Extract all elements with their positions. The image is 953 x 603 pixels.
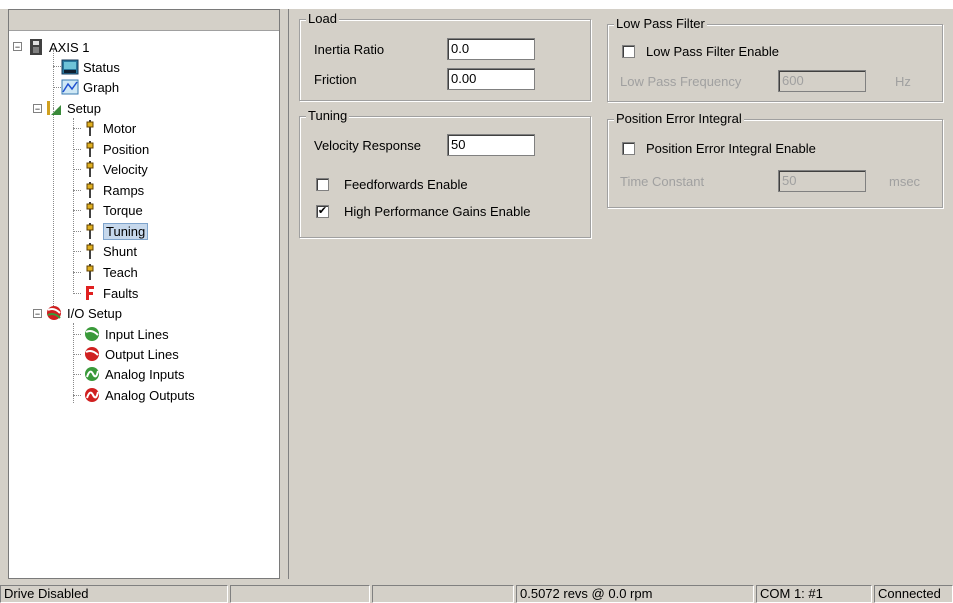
tree-item-label: Shunt xyxy=(103,243,137,259)
friction-field[interactable]: 0.00 xyxy=(447,68,535,90)
low-pass-filter-group: Low Pass Filter Low Pass Filter Enable L… xyxy=(607,16,943,102)
status-panel-empty-1 xyxy=(230,585,370,603)
position-error-integral-enable-label[interactable]: Position Error Integral Enable xyxy=(646,141,816,156)
low-pass-filter-enable-checkbox[interactable] xyxy=(622,45,635,58)
status-panel-empty-2 xyxy=(372,585,514,603)
tree-item-label: Output Lines xyxy=(105,346,179,362)
status-monitor-icon xyxy=(61,58,79,76)
tree-item-label: Velocity xyxy=(103,161,148,177)
tuning-group-title: Tuning xyxy=(306,108,350,123)
low-pass-frequency-field: 600 xyxy=(778,70,866,92)
position-error-integral-enable-checkbox[interactable] xyxy=(622,142,635,155)
time-constant-unit: msec xyxy=(889,174,921,189)
com-port-status: COM 1: #1 xyxy=(756,585,872,603)
velocity-response-label: Velocity Response xyxy=(314,138,421,153)
tree-item-graph[interactable]: Graph xyxy=(61,77,119,97)
tree-item-label: Graph xyxy=(83,79,120,95)
tree-item-label: Input Lines xyxy=(105,326,169,342)
expand-io-setup-toggle[interactable]: − xyxy=(33,309,42,319)
analog-inputs-icon xyxy=(83,365,101,383)
high-performance-gains-checkbox[interactable]: ✔ xyxy=(316,205,329,218)
tuning-group: Tuning Velocity Response 50 Feedforwards… xyxy=(299,108,591,238)
load-group-title: Load xyxy=(306,11,339,26)
pane-splitter[interactable] xyxy=(280,9,289,579)
parameter-icon xyxy=(81,242,99,260)
tree-item-analog-inputs[interactable]: Analog Inputs xyxy=(83,364,185,384)
parameter-icon xyxy=(81,263,99,281)
tree-item-position[interactable]: Position xyxy=(81,139,149,159)
inertia-ratio-label: Inertia Ratio xyxy=(314,42,385,57)
tree-item-motor[interactable]: Motor xyxy=(81,118,136,138)
tree-item-ramps[interactable]: Ramps xyxy=(81,180,144,200)
status-bar: Drive Disabled 0.5072 revs @ 0.0 rpm COM… xyxy=(0,583,953,603)
tree-item-status[interactable]: Status xyxy=(61,57,120,77)
parameter-icon xyxy=(81,140,99,158)
tree-item-label: Status xyxy=(83,59,120,75)
tree-item-io-setup[interactable]: I/O Setup xyxy=(45,303,122,323)
tree-item-tuning[interactable]: Tuning xyxy=(81,221,149,241)
faults-icon xyxy=(81,284,99,302)
tuning-settings-panel: Load Inertia Ratio 0.0 Friction 0.00 Tun… xyxy=(289,9,953,579)
high-performance-gains-label[interactable]: High Performance Gains Enable xyxy=(344,204,530,219)
expand-axis-toggle[interactable]: − xyxy=(13,42,22,52)
setup-icon xyxy=(45,99,63,117)
feedforwards-enable-checkbox[interactable] xyxy=(316,178,329,191)
tree-item-torque[interactable]: Torque xyxy=(81,200,143,220)
tree-item-label-selected: Tuning xyxy=(103,222,149,240)
parameter-icon xyxy=(81,201,99,219)
tree-item-axis-1[interactable]: AXIS 1 xyxy=(27,37,89,57)
tree-item-label: Faults xyxy=(103,285,139,301)
tree-header xyxy=(9,10,279,31)
tree-item-label: I/O Setup xyxy=(67,305,122,321)
inertia-ratio-field[interactable]: 0.0 xyxy=(447,38,535,60)
tree-item-input-lines[interactable]: Input Lines xyxy=(83,324,169,344)
drive-icon xyxy=(27,38,45,56)
tree-item-label: Motor xyxy=(103,120,137,136)
tree-item-output-lines[interactable]: Output Lines xyxy=(83,344,179,364)
input-lines-icon xyxy=(83,325,101,343)
graph-icon xyxy=(61,78,79,96)
output-lines-icon xyxy=(83,345,101,363)
connection-status: Connected xyxy=(874,585,953,603)
tree-item-setup[interactable]: Setup xyxy=(45,98,101,118)
parameter-icon xyxy=(81,119,99,137)
tree-item-label: Analog Inputs xyxy=(105,366,185,382)
tree-item-label: Torque xyxy=(103,202,143,218)
parameter-icon xyxy=(81,181,99,199)
time-constant-field: 50 xyxy=(778,170,866,192)
low-pass-filter-group-title: Low Pass Filter xyxy=(614,16,707,31)
load-group: Load Inertia Ratio 0.0 Friction 0.00 xyxy=(299,11,591,101)
analog-outputs-icon xyxy=(83,386,101,404)
friction-label: Friction xyxy=(314,72,357,87)
tree-item-label: AXIS 1 xyxy=(49,39,90,55)
position-error-integral-group: Position Error Integral Position Error I… xyxy=(607,111,943,208)
low-pass-frequency-unit: Hz xyxy=(895,74,911,89)
tree-item-label: Analog Outputs xyxy=(105,387,195,403)
tree-item-label: Ramps xyxy=(103,182,145,198)
tree-item-analog-outputs[interactable]: Analog Outputs xyxy=(83,385,195,405)
position-velocity-status: 0.5072 revs @ 0.0 rpm xyxy=(516,585,754,603)
parameter-icon xyxy=(81,222,99,240)
tree-item-label: Teach xyxy=(103,264,138,280)
navigation-tree[interactable]: − − − AXIS 1 Status Graph Setup Motor Po… xyxy=(8,9,280,579)
tree-item-teach[interactable]: Teach xyxy=(81,262,138,282)
tree-item-label: Setup xyxy=(67,100,101,116)
position-error-integral-group-title: Position Error Integral xyxy=(614,111,744,126)
low-pass-filter-enable-label[interactable]: Low Pass Filter Enable xyxy=(646,44,779,59)
expand-setup-toggle[interactable]: − xyxy=(33,104,42,114)
tree-item-shunt[interactable]: Shunt xyxy=(81,241,137,261)
tree-item-velocity[interactable]: Velocity xyxy=(81,159,148,179)
tree-item-label: Position xyxy=(103,141,150,157)
velocity-response-field[interactable]: 50 xyxy=(447,134,535,156)
feedforwards-enable-label[interactable]: Feedforwards Enable xyxy=(344,177,468,192)
io-setup-icon xyxy=(45,304,63,322)
tree-item-faults[interactable]: Faults xyxy=(81,283,138,303)
drive-state-status: Drive Disabled xyxy=(0,585,228,603)
low-pass-frequency-label: Low Pass Frequency xyxy=(620,74,742,89)
window-top-strip xyxy=(0,0,953,9)
parameter-icon xyxy=(81,160,99,178)
time-constant-label: Time Constant xyxy=(620,174,705,189)
